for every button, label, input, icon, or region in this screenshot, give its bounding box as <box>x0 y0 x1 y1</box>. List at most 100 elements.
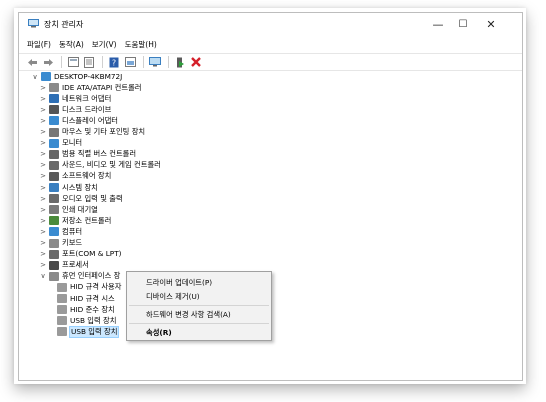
tree-category[interactable]: > IDE ATA/ATAPI 컨트롤러 <box>39 82 142 93</box>
tree-device[interactable]: HID 준수 장치 <box>47 304 115 315</box>
uninstall-icon[interactable] <box>189 56 203 68</box>
tree-category[interactable]: > 키보드 <box>39 238 82 249</box>
no-chevron <box>47 282 55 293</box>
expand-chevron-icon[interactable]: > <box>39 193 47 204</box>
expand-chevron-icon[interactable]: > <box>39 138 47 149</box>
toolbar-separator <box>168 56 169 68</box>
expand-chevron-icon[interactable]: > <box>39 171 47 182</box>
tree-category[interactable]: > 디스플레이 어댑터 <box>39 115 118 126</box>
mouse-icon <box>49 127 59 137</box>
expand-chevron-icon[interactable]: > <box>39 204 47 215</box>
tree-category[interactable]: > 저장소 컨트롤러 <box>39 215 111 226</box>
computer-icon <box>49 227 59 237</box>
scan-hardware-menu-item[interactable]: 하드웨어 변경 사항 검색(A) <box>146 310 231 320</box>
tree-item-label: USB 입력 장치 <box>70 315 117 325</box>
processor-icon <box>49 260 59 270</box>
expand-chevron-icon[interactable]: > <box>39 160 47 171</box>
window-title: 장치 관리자 <box>44 20 84 29</box>
context-menu: 드라이버 업데이트(P) 디바이스 제거(U) 하드웨어 변경 사항 검색(A)… <box>126 271 272 341</box>
hid-icon <box>49 271 59 281</box>
tree-item-label: 키보드 <box>62 238 83 247</box>
view-icon[interactable] <box>66 56 80 68</box>
expand-chevron-icon[interactable]: > <box>39 238 47 249</box>
tree-item-label: 프로세서 <box>62 260 89 270</box>
expand-chevron-icon[interactable]: > <box>39 249 47 260</box>
properties-menu-item[interactable]: 속성(R) <box>146 328 172 338</box>
tree-category[interactable]: > 컴퓨터 <box>39 226 82 237</box>
hid-device-icon <box>57 282 67 292</box>
help-icon[interactable]: ? <box>107 56 121 68</box>
tree-item-label: 디스크 드라이브 <box>62 104 112 114</box>
expand-chevron-icon[interactable]: > <box>39 215 47 226</box>
hid-device-icon <box>57 327 67 337</box>
tree-category[interactable]: > 사운드, 비디오 및 게임 컨트롤러 <box>39 160 161 171</box>
maximize-button[interactable]: ☐ <box>449 13 477 35</box>
tree-item-label: HID 준수 장치 <box>70 304 115 314</box>
hid-device-icon <box>57 294 67 303</box>
menu-file[interactable]: 파일(F) <box>27 39 51 50</box>
properties-icon[interactable] <box>82 56 96 68</box>
hid-device-icon <box>57 305 67 315</box>
tree-item-label: 디스플레이 어댑터 <box>62 115 119 125</box>
enable-icon[interactable] <box>173 56 187 68</box>
expand-chevron-icon[interactable]: > <box>39 127 47 138</box>
menu-view[interactable]: 보기(V) <box>92 39 117 50</box>
disk-icon <box>49 105 59 115</box>
expand-chevron-icon[interactable]: > <box>39 115 47 126</box>
tree-category-expanded[interactable]: ∨ 휴먼 인터페이스 장 <box>39 271 120 282</box>
svg-text:?: ? <box>112 58 116 67</box>
tree-category[interactable]: > 포트(COM & LPT) <box>39 249 122 260</box>
tree-category[interactable]: > 마우스 및 기타 포인팅 장치 <box>39 127 145 138</box>
usb-icon <box>49 149 59 159</box>
toolbar-separator <box>102 56 103 68</box>
tree-root[interactable]: ∨ DESKTOP-4KBM72J <box>31 71 122 82</box>
ide-icon <box>49 83 59 93</box>
tree-item-label: DESKTOP-4KBM72J <box>54 72 123 81</box>
collapse-chevron-icon[interactable]: ∨ <box>39 271 47 282</box>
expand-chevron-icon[interactable]: > <box>39 104 47 115</box>
collapse-chevron-icon[interactable]: ∨ <box>31 71 39 82</box>
tree-category[interactable]: > 인쇄 대기열 <box>39 204 98 215</box>
expand-chevron-icon[interactable]: > <box>39 93 47 104</box>
tree-category[interactable]: > 소프트웨어 장치 <box>39 171 111 182</box>
expand-chevron-icon[interactable]: > <box>39 82 47 93</box>
tree-category[interactable]: > 네트워크 어댑터 <box>39 93 111 104</box>
update-driver-menu-item[interactable]: 드라이버 업데이트(P) <box>146 278 212 288</box>
expand-chevron-icon[interactable]: > <box>39 149 47 160</box>
tree-device[interactable]: USB 입력 장치 <box>47 325 120 338</box>
no-chevron <box>47 293 55 304</box>
tree-category[interactable]: > 모니터 <box>39 138 82 149</box>
tree-category[interactable]: > 범용 직렬 버스 컨트롤러 <box>39 149 136 160</box>
uninstall-device-menu-item[interactable]: 디바이스 제거(U) <box>146 292 200 302</box>
tree-category[interactable]: > 프로세서 <box>39 260 89 271</box>
context-menu-separator <box>129 323 269 324</box>
no-chevron <box>47 315 55 326</box>
tree-category[interactable]: > 시스템 장치 <box>39 182 98 193</box>
expand-chevron-icon[interactable]: > <box>39 226 47 237</box>
system-icon <box>49 183 59 192</box>
expand-chevron-icon[interactable]: > <box>39 182 47 193</box>
monitor-icon[interactable] <box>148 56 162 68</box>
close-button[interactable]: ✕ <box>477 13 505 35</box>
menu-action[interactable]: 동작(A) <box>59 39 84 50</box>
tree-category[interactable]: > 오디오 입력 및 출력 <box>39 193 123 204</box>
tree-item-label: 범용 직렬 버스 컨트롤러 <box>62 149 137 159</box>
port-icon <box>49 249 59 259</box>
title-bar[interactable]: 장치 관리자 — ☐ ✕ <box>19 13 522 35</box>
tree-category[interactable]: > 디스크 드라이브 <box>39 104 111 115</box>
menu-bar: 파일(F) 동작(A) 보기(V) 도움말(H) <box>19 37 522 51</box>
monitor-icon <box>49 138 59 148</box>
back-icon[interactable] <box>25 56 39 68</box>
menu-help[interactable]: 도움말(H) <box>125 39 157 50</box>
minimize-button[interactable]: — <box>424 13 452 35</box>
audio-icon <box>49 194 59 204</box>
tree-device[interactable]: USB 입력 장치 <box>47 315 116 326</box>
tree-item-label: 포트(COM & LPT) <box>62 249 122 259</box>
forward-icon[interactable] <box>41 56 55 68</box>
expand-chevron-icon[interactable]: > <box>39 260 47 271</box>
tree-item-label: 컴퓨터 <box>62 226 83 236</box>
tree-device[interactable]: HID 규격 시스 <box>47 293 115 304</box>
display-icon <box>49 116 59 126</box>
update-driver-icon[interactable] <box>123 56 137 68</box>
tree-device[interactable]: HID 규격 사용자 <box>47 282 121 293</box>
